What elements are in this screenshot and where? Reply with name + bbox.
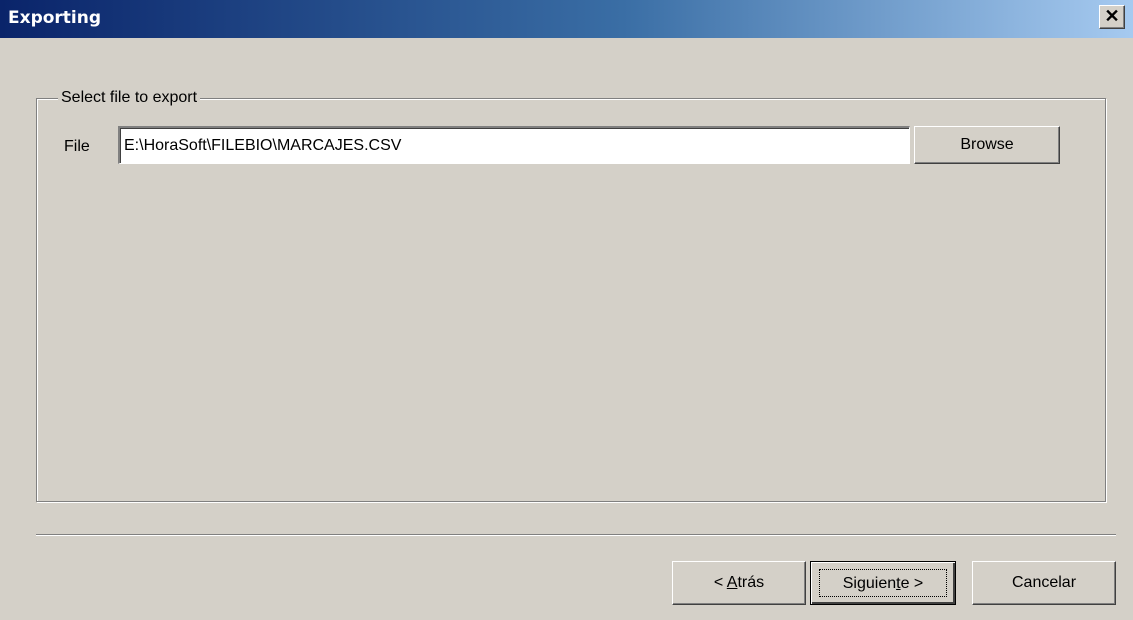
- next-label-pre: Siguien: [842, 575, 897, 592]
- close-button[interactable]: ✕: [1099, 5, 1125, 29]
- export-dialog: Exporting ✕ Select file to export File B…: [0, 0, 1133, 620]
- next-button[interactable]: Siguiente >: [810, 561, 956, 605]
- title-bar[interactable]: Exporting ✕: [0, 0, 1133, 38]
- browse-button[interactable]: Browse: [914, 126, 1060, 164]
- file-path-input[interactable]: [118, 126, 910, 164]
- next-focus-rect: Siguiente >: [819, 569, 947, 597]
- back-label-mnemonic: A: [726, 574, 738, 591]
- window-title: Exporting: [8, 8, 102, 28]
- next-label-post: e >: [900, 575, 924, 592]
- close-icon: ✕: [1104, 6, 1120, 26]
- back-label-rest: trás: [737, 574, 765, 591]
- cancel-button[interactable]: Cancelar: [972, 561, 1116, 605]
- file-label: File: [64, 138, 90, 155]
- back-label-prefix: <: [713, 574, 727, 591]
- back-button[interactable]: < Atrás: [672, 561, 806, 605]
- separator: [36, 534, 1116, 536]
- group-legend: Select file to export: [58, 89, 201, 107]
